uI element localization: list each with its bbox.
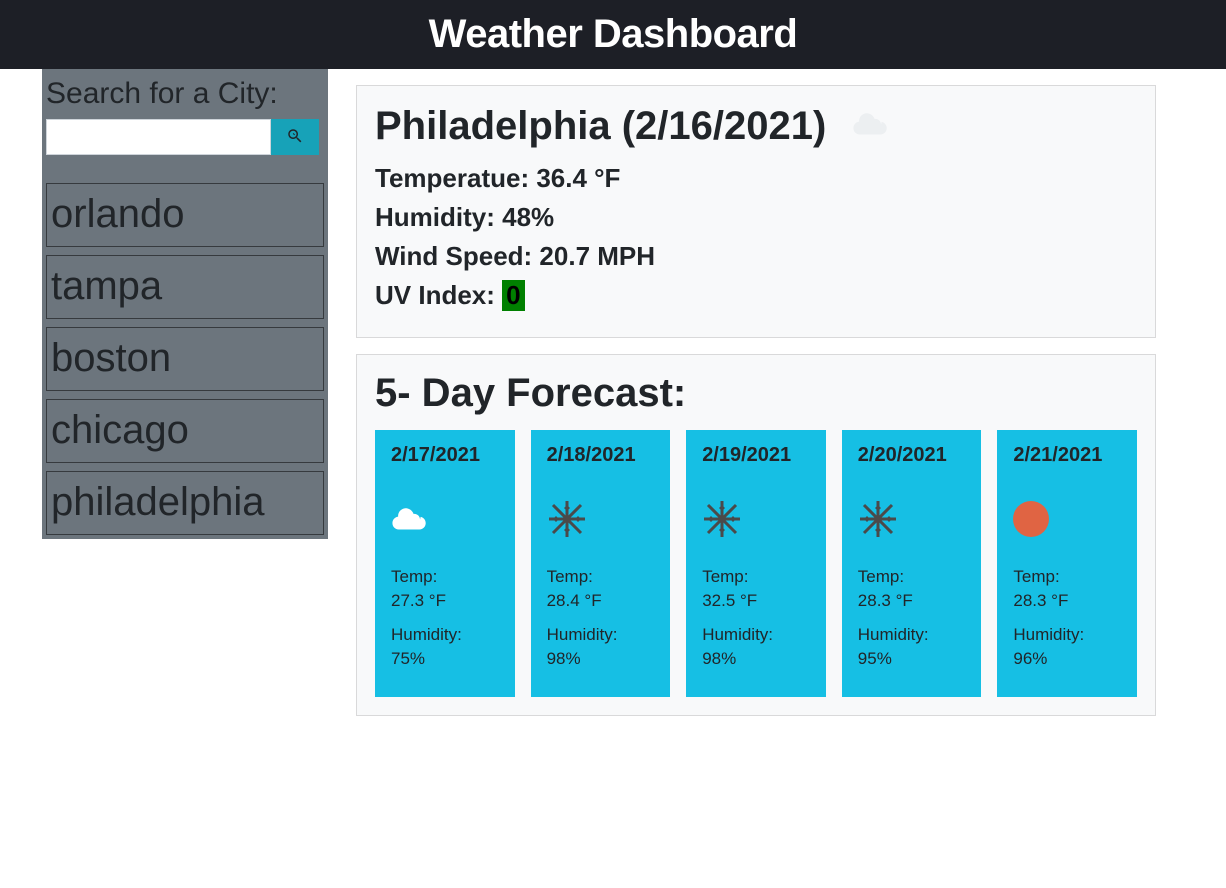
forecast-date: 2/21/2021 [1013,444,1121,467]
forecast-temp: 28.4 °F [547,591,655,611]
forecast-temp: 32.5 °F [702,591,810,611]
forecast-hum: 98% [702,649,810,669]
history-item[interactable]: orlando [46,183,324,247]
today-title: Philadelphia (2/16/2021) [375,104,826,149]
forecast-hum: 95% [858,649,966,669]
forecast-hum: 75% [391,649,499,669]
snowflake-icon [547,499,655,539]
forecast-temp: 28.3 °F [1013,591,1121,611]
sun-icon [1013,499,1121,539]
forecast-temp-label: Temp: [702,567,810,587]
forecast-temp: 27.3 °F [391,591,499,611]
today-uv-row: UV Index: 0 [375,280,1137,311]
forecast-card: 2/19/2021 Temp: 32.5 °F Humidity: 98% [686,430,826,697]
today-wind: Wind Speed: 20.7 MPH [375,241,1137,272]
forecast-temp-label: Temp: [858,567,966,587]
forecast-card: 2/21/2021 Temp: 28.3 °F Humidity: 96% [997,430,1137,697]
search-button[interactable] [271,119,319,155]
cloud-icon [391,499,499,539]
today-title-row: Philadelphia (2/16/2021) [375,104,1137,149]
history-item[interactable]: philadelphia [46,471,324,535]
search-icon [286,127,304,148]
app-header: Weather Dashboard [0,0,1226,69]
forecast-hum: 96% [1013,649,1121,669]
today-humidity: Humidity: 48% [375,202,1137,233]
cloud-icon [850,104,894,149]
forecast-hum-label: Humidity: [858,625,966,645]
forecast-date: 2/18/2021 [547,444,655,467]
history-item[interactable]: boston [46,327,324,391]
search-label: Search for a City: [46,77,324,111]
today-panel: Philadelphia (2/16/2021) Temperatue: 36.… [356,85,1156,338]
uv-label: UV Index: [375,280,502,310]
snowflake-icon [702,499,810,539]
forecast-hum-label: Humidity: [1013,625,1121,645]
forecast-hum-label: Humidity: [702,625,810,645]
forecast-hum-label: Humidity: [391,625,499,645]
forecast-date: 2/17/2021 [391,444,499,467]
forecast-panel: 5- Day Forecast: 2/17/2021 Temp: 27.3 °F Hu… [356,354,1156,716]
forecast-card: 2/18/2021 Temp: 28.4 °F Humidity: 98% [531,430,671,697]
forecast-temp-label: Temp: [1013,567,1121,587]
search-row [46,119,324,155]
app-title: Weather Dashboard [0,12,1226,57]
forecast-temp-label: Temp: [391,567,499,587]
forecast-temp-label: Temp: [547,567,655,587]
snowflake-icon [858,499,966,539]
today-temp: Temperatue: 36.4 °F [375,163,1137,194]
forecast-card: 2/17/2021 Temp: 27.3 °F Humidity: 75% [375,430,515,697]
forecast-date: 2/19/2021 [702,444,810,467]
history-list: orlando tampa boston chicago philadelphia [46,183,324,535]
forecast-hum-label: Humidity: [547,625,655,645]
search-input[interactable] [46,119,271,155]
uv-badge: 0 [502,280,524,311]
forecast-card: 2/20/2021 Temp: 28.3 °F Humidity: 95% [842,430,982,697]
history-item[interactable]: tampa [46,255,324,319]
forecast-title: 5- Day Forecast: [375,371,1137,416]
sidebar: Search for a City: orlando tampa boston chi… [42,69,328,539]
forecast-temp: 28.3 °F [858,591,966,611]
forecast-cards: 2/17/2021 Temp: 27.3 °F Humidity: 75% 2/18/20… [375,430,1137,697]
forecast-date: 2/20/2021 [858,444,966,467]
main-content: Philadelphia (2/16/2021) Temperatue: 36.… [328,69,1184,748]
history-item[interactable]: chicago [46,399,324,463]
forecast-hum: 98% [547,649,655,669]
